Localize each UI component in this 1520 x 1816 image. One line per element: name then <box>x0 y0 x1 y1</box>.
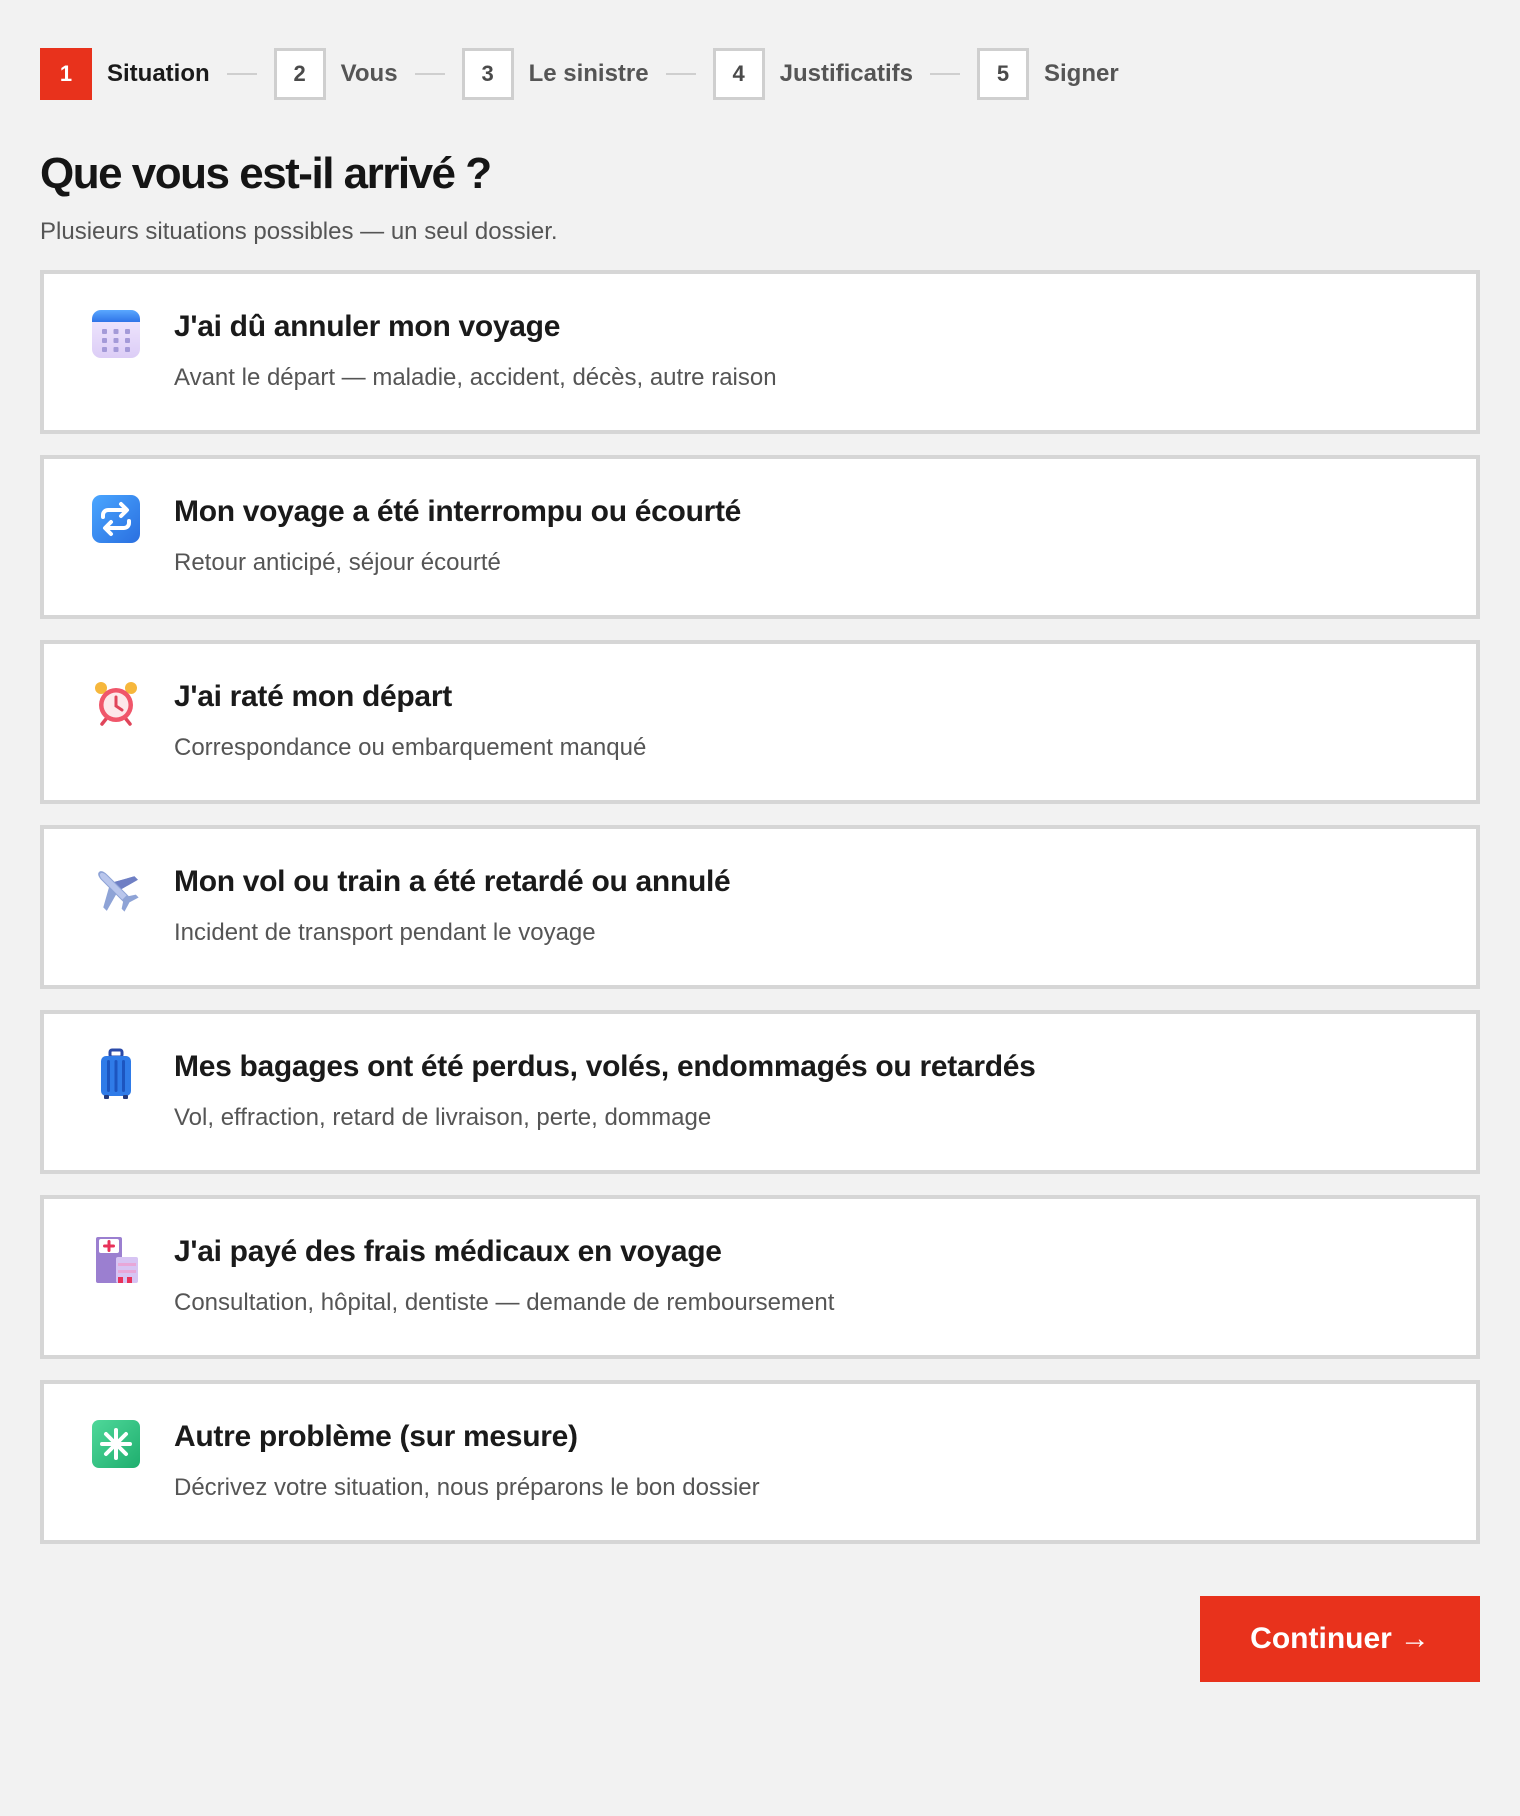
option-title: Mes bagages ont été perdus, volés, endom… <box>174 1050 1036 1084</box>
option-description: Incident de transport pendant le voyage <box>174 919 596 947</box>
step-label: Signer <box>1043 60 1119 87</box>
page-subtitle: Plusieurs situations possibles — un seul… <box>40 218 558 246</box>
step-number: 5 <box>976 48 1029 100</box>
continue-label: Continuer <box>1250 1622 1392 1655</box>
option-title: Mon voyage a été interrompu ou écourté <box>174 495 742 529</box>
stepper: 1 Situation 2 Vous 3 Le sinistre 4 Justi… <box>40 48 1480 100</box>
step-number: 1 <box>40 48 92 100</box>
option-title: Autre problème (sur mesure) <box>174 1420 578 1454</box>
step-number: 4 <box>712 48 765 100</box>
option-title: J'ai payé des frais médicaux en voyage <box>174 1235 722 1269</box>
option-description: Correspondance ou embarquement manqué <box>174 734 647 762</box>
option-trip-interrupted[interactable]: Mon voyage a été interrompu ou écourté R… <box>40 455 1480 620</box>
option-cancel-trip[interactable]: J'ai dû annuler mon voyage Avant le dépa… <box>40 270 1480 435</box>
repeat-arrows-icon <box>92 495 140 544</box>
step-separator <box>414 73 445 75</box>
option-title: J'ai raté mon départ <box>174 680 452 714</box>
step-separator <box>929 73 960 75</box>
step-label: Le sinistre <box>528 60 649 87</box>
option-title: Mon vol ou train a été retardé ou annulé <box>174 865 731 899</box>
step-vous[interactable]: 2 Vous <box>273 48 398 100</box>
step-situation[interactable]: 1 Situation <box>40 48 210 100</box>
hospital-icon <box>96 1237 138 1284</box>
step-justificatifs[interactable]: 4 Justificatifs <box>712 48 913 100</box>
step-number: 3 <box>461 48 514 100</box>
step-separator <box>226 73 257 75</box>
step-label: Justificatifs <box>779 60 913 87</box>
step-label: Situation <box>107 60 210 87</box>
page-title: Que vous est-il arrivé ? <box>40 149 492 198</box>
suitcase-icon <box>101 1048 131 1100</box>
claim-page: 1 Situation 2 Vous 3 Le sinistre 4 Justi… <box>0 0 1520 1816</box>
option-title: J'ai dû annuler mon voyage <box>174 310 561 344</box>
airplane-icon <box>98 871 139 913</box>
step-signer[interactable]: 5 Signer <box>976 48 1119 100</box>
step-separator <box>665 73 696 75</box>
option-description: Consultation, hôpital, dentiste — demand… <box>174 1289 835 1317</box>
step-number: 2 <box>273 48 326 100</box>
option-description: Vol, effraction, retard de livraison, pe… <box>174 1104 712 1132</box>
step-label: Vous <box>340 60 398 87</box>
situation-options: J'ai dû annuler mon voyage Avant le dépa… <box>40 270 1480 1545</box>
sparkle-icon <box>92 1420 140 1469</box>
option-description: Retour anticipé, séjour écourté <box>174 549 501 577</box>
arrow-right-icon: → <box>1399 1622 1430 1655</box>
continue-button[interactable]: Continuer → <box>1200 1596 1480 1682</box>
alarm-clock-icon <box>95 682 137 727</box>
option-description: Décrivez votre situation, nous préparons… <box>174 1474 760 1502</box>
option-baggage[interactable]: Mes bagages ont été perdus, volés, endom… <box>40 1010 1480 1175</box>
option-other-problem[interactable]: Autre problème (sur mesure) Décrivez vot… <box>40 1380 1480 1545</box>
option-description: Avant le départ — maladie, accident, déc… <box>174 364 777 392</box>
step-le-sinistre[interactable]: 3 Le sinistre <box>461 48 649 100</box>
option-missed-departure[interactable]: J'ai raté mon départ Correspondance ou e… <box>40 640 1480 805</box>
option-delayed-transport[interactable]: Mon vol ou train a été retardé ou annulé… <box>40 825 1480 990</box>
option-medical-costs[interactable]: J'ai payé des frais médicaux en voyage C… <box>40 1195 1480 1360</box>
calendar-icon <box>92 310 140 359</box>
